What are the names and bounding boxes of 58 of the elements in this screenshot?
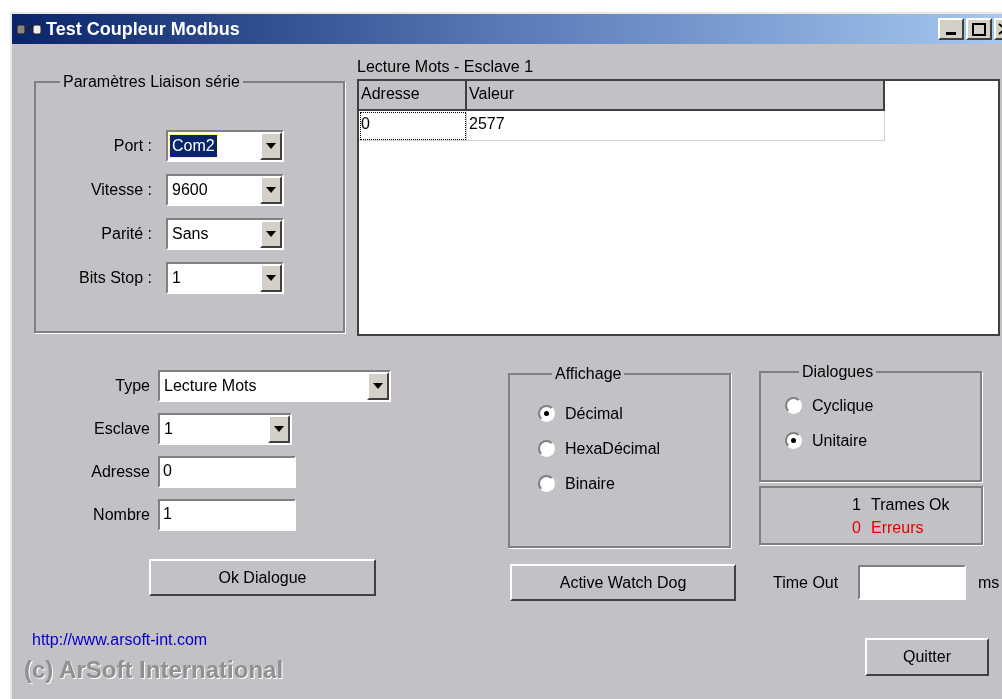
radio-label[interactable]: HexaDécimal [565, 436, 661, 461]
counter-value: 1 [851, 494, 861, 515]
dropdown-value: 1 [171, 268, 182, 288]
field-label: Bits Stop : [78, 268, 153, 288]
timeout-label: Time Out [773, 572, 840, 593]
minimize-icon [946, 32, 956, 35]
dropdown-value: 9600 [171, 180, 209, 200]
counter-label: Trames Ok [871, 494, 950, 515]
dropdown-value: Com2 [170, 135, 217, 157]
group-title: Paramètres Liaison série [62, 72, 241, 92]
group-title: Dialogues [801, 362, 875, 382]
field-label: Type [114, 376, 151, 396]
quit-button[interactable]: Quitter [865, 638, 989, 676]
dropdown[interactable]: 1 [158, 413, 292, 445]
radio-label[interactable]: Binaire [565, 471, 615, 496]
radio-label[interactable]: Décimal [565, 401, 623, 426]
copyright-text: (c) ArSoft International [24, 656, 284, 684]
radio-button[interactable] [785, 397, 802, 414]
field-label: Port : [112, 136, 153, 156]
table-cell: 0 [359, 111, 467, 141]
radio-button[interactable] [538, 440, 555, 457]
counter-value: 0 [851, 517, 861, 538]
timeout-field[interactable] [858, 565, 966, 600]
column-header[interactable]: Adresse [359, 81, 467, 111]
text-field[interactable]: 0 [158, 456, 296, 488]
dropdown-value: 1 [163, 419, 174, 439]
group-title: Affichage [554, 364, 623, 384]
plug-icon [16, 21, 44, 37]
minimize-button[interactable] [938, 18, 964, 40]
radio-button[interactable] [538, 475, 555, 492]
field-label: Vitesse : [89, 180, 153, 200]
window-title: Test Coupleur Modbus [46, 17, 240, 41]
dropdown[interactable]: 1 [166, 262, 284, 294]
ok-dialogue-button[interactable]: Ok Dialogue [149, 559, 376, 596]
dropdown[interactable]: Sans [166, 218, 284, 250]
text-field[interactable]: 1 [158, 499, 296, 531]
field-label: Nombre [92, 505, 151, 525]
radio-button[interactable] [785, 432, 802, 449]
counter-label: Erreurs [871, 517, 924, 538]
unit-label: ms [978, 572, 1000, 593]
table-cell: 2577 [467, 111, 885, 141]
dropdown-value: Lecture Mots [163, 376, 258, 396]
table-title: Lecture Mots - Esclave 1 [357, 57, 535, 77]
maximize-icon [972, 22, 986, 36]
field-label: Adresse [90, 462, 151, 482]
watchdog-button[interactable]: Active Watch Dog [510, 564, 736, 601]
dropdown[interactable]: Com2 [166, 130, 284, 162]
website-link[interactable]: http://www.arsoft-int.com [32, 628, 208, 652]
field-label: Parité : [100, 224, 153, 244]
radio-button[interactable] [538, 405, 555, 422]
radio-label[interactable]: Cyclique [812, 393, 874, 418]
column-header[interactable]: Valeur [467, 81, 885, 111]
maximize-button[interactable] [966, 18, 992, 40]
radio-label[interactable]: Unitaire [812, 428, 868, 453]
dropdown[interactable]: 9600 [166, 174, 284, 206]
dropdown-value: Sans [171, 224, 210, 244]
dropdown[interactable]: Lecture Mots [158, 370, 391, 402]
field-label: Esclave [92, 419, 151, 439]
